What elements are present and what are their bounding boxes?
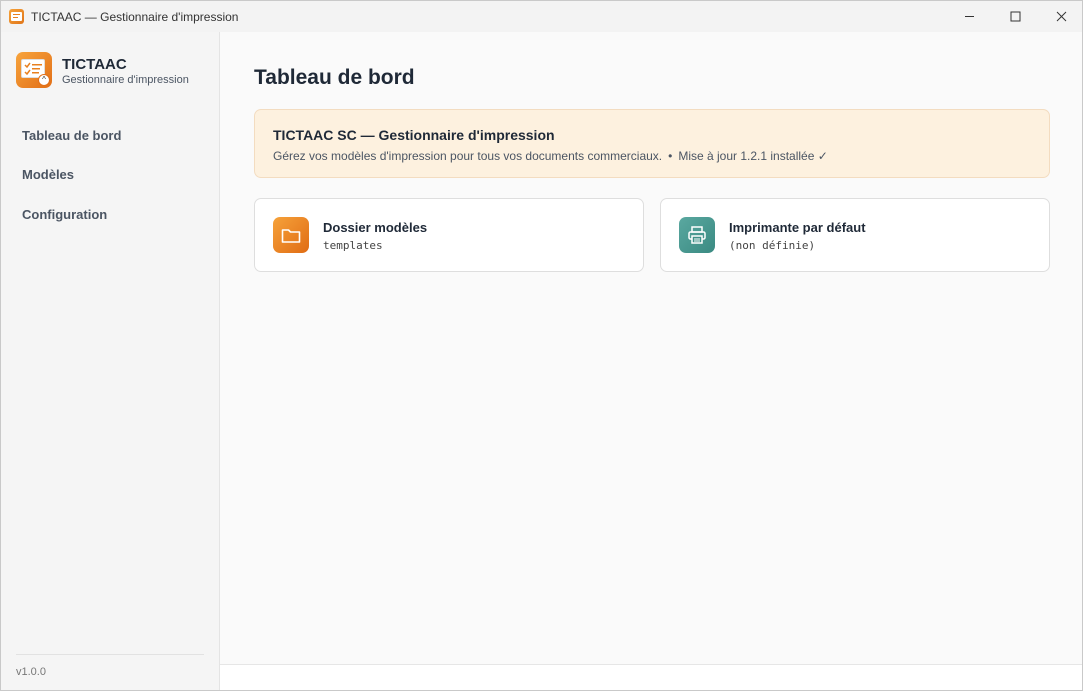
maximize-icon xyxy=(1010,11,1020,22)
title-bar: TICTAAC — Gestionnaire d'impression xyxy=(1,1,1082,32)
app-icon xyxy=(9,9,24,24)
printer-icon xyxy=(679,217,715,253)
sidebar-item-templates[interactable]: Modèles xyxy=(22,167,74,182)
card-value: (non définie) xyxy=(729,239,816,252)
banner-separator: • xyxy=(668,149,673,163)
app-window: TICTAAC — Gestionnaire d'impression ^ TI… xyxy=(0,0,1083,691)
footer-area xyxy=(220,665,1082,690)
minimize-icon xyxy=(964,16,974,17)
brand-name: TICTAAC xyxy=(62,56,127,73)
sidebar-item-dashboard[interactable]: Tableau de bord xyxy=(22,128,121,143)
main-content: Tableau de bord TICTAAC SC — Gestionnair… xyxy=(220,32,1082,690)
info-banner: TICTAAC SC — Gestionnaire d'impression G… xyxy=(254,109,1050,178)
sidebar-divider xyxy=(16,654,204,655)
minimize-button[interactable] xyxy=(946,1,992,32)
logo-badge-icon: ^ xyxy=(38,74,50,86)
folder-icon xyxy=(273,217,309,253)
close-icon xyxy=(1056,11,1066,22)
page-title: Tableau de bord xyxy=(254,66,415,89)
maximize-button[interactable] xyxy=(992,1,1038,32)
version-label: v1.0.0 xyxy=(16,666,46,678)
brand-subtitle: Gestionnaire d'impression xyxy=(62,74,189,86)
banner-title: TICTAAC SC — Gestionnaire d'impression xyxy=(273,127,555,143)
update-status: Mise à jour 1.2.1 installée ✓ xyxy=(678,149,828,163)
default-printer-card[interactable]: Imprimante par défaut (non définie) xyxy=(660,198,1050,272)
card-value: templates xyxy=(323,239,383,252)
brand-logo: ^ xyxy=(16,52,52,88)
close-button[interactable] xyxy=(1038,1,1082,32)
banner-description-text: Gérez vos modèles d'impression pour tous… xyxy=(273,149,663,163)
templates-folder-card[interactable]: Dossier modèles templates xyxy=(254,198,644,272)
sidebar-item-configuration[interactable]: Configuration xyxy=(22,207,107,222)
window-title: TICTAAC — Gestionnaire d'impression xyxy=(31,10,239,24)
card-title: Dossier modèles xyxy=(323,220,428,235)
banner-description: Gérez vos modèles d'impression pour tous… xyxy=(273,149,828,163)
card-title: Imprimante par défaut xyxy=(729,220,866,235)
sidebar: ^ TICTAAC Gestionnaire d'impression Tabl… xyxy=(1,32,220,690)
